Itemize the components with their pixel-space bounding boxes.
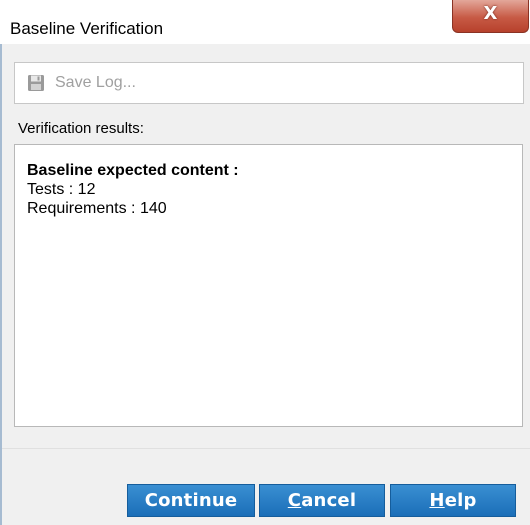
save-log-button[interactable]: Save Log... <box>27 74 136 92</box>
results-line-tests: Tests : 12 <box>27 181 96 198</box>
close-button[interactable]: X <box>452 0 529 33</box>
cancel-label-rest: ancel <box>301 490 357 511</box>
floppy-disk-icon <box>28 75 44 91</box>
cancel-mnemonic: C <box>287 490 302 511</box>
results-heading: Baseline expected content : <box>27 162 239 179</box>
help-button[interactable]: Help <box>390 484 516 517</box>
verification-results-label: Verification results: <box>18 120 144 137</box>
toolbar: Save Log... <box>14 62 524 104</box>
help-mnemonic: H <box>429 490 445 511</box>
title-bar: Baseline Verification X <box>0 0 530 44</box>
continue-button[interactable]: Continue <box>127 484 255 517</box>
footer-divider <box>2 448 530 449</box>
save-log-label: Save Log... <box>55 74 136 91</box>
continue-label: Continue <box>144 490 238 511</box>
cancel-button[interactable]: Cancel <box>259 484 385 517</box>
verification-results-textbox[interactable]: Baseline expected content : Tests : 12 R… <box>14 144 523 427</box>
results-line-requirements: Requirements : 140 <box>27 200 167 217</box>
window-title: Baseline Verification <box>10 19 164 38</box>
close-icon: X <box>483 3 498 24</box>
help-label-rest: elp <box>444 490 477 511</box>
